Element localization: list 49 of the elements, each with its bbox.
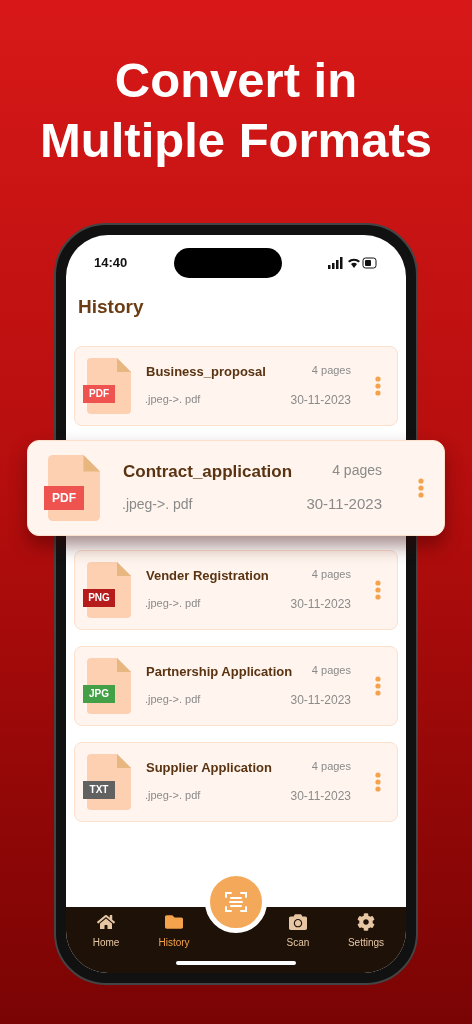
document-card[interactable]: PNG Vender Registration .jpeg->. pdf 4 pages 30-11-2023	[74, 549, 398, 630]
format-badge: PNG	[83, 588, 115, 607]
status-icons	[328, 257, 378, 269]
format-badge: PDF	[44, 485, 84, 510]
conversion-label: .jpeg->. pdf	[145, 392, 202, 408]
page-count: 4 pages	[311, 759, 351, 775]
page-count: 4 pages	[311, 663, 351, 679]
document-scan-icon	[224, 890, 248, 914]
scan-icon	[289, 913, 307, 931]
more-options-icon[interactable]	[375, 771, 381, 792]
document-card[interactable]: JPG Partnership Application .jpeg->. pdf 4 pages 30-11-2023	[74, 645, 398, 726]
page-count: 4 pages	[311, 363, 351, 379]
document-name: Business_proposal	[145, 363, 267, 382]
more-options-icon[interactable]	[375, 579, 381, 600]
nav-tab[interactable]: History	[144, 913, 204, 950]
document-card[interactable]: PDF Contract_application .jpeg->. pdf 4 pages 30-11-2023	[27, 439, 445, 536]
document-date: 30-11-2023	[290, 691, 351, 709]
document-date: 30-11-2023	[290, 595, 351, 613]
document-date: 30-11-2023	[290, 391, 351, 409]
screen-title: History	[77, 295, 145, 319]
headline: Multiple Formats	[40, 112, 432, 169]
home-icon	[97, 913, 115, 931]
status-time: 14:40	[94, 254, 128, 273]
more-options-icon[interactable]	[375, 675, 381, 696]
more-options-icon[interactable]	[375, 375, 381, 396]
document-card[interactable]: PDF Business_proposal .jpeg->. pdf 4 pages 30-11-2023	[74, 345, 398, 426]
conversion-label: .jpeg->. pdf	[122, 494, 194, 514]
document-card[interactable]: TXT Supplier Application .jpeg->. pdf 4 pages 30-11-2023	[74, 741, 398, 822]
nav-tab[interactable]: Settings	[336, 913, 396, 950]
document-name: Supplier Application	[145, 759, 273, 778]
document-name: Partnership Application	[145, 663, 294, 682]
document-name: Contract_application	[122, 461, 294, 484]
history-icon	[165, 913, 183, 931]
document-name: Vender Registration	[145, 567, 270, 586]
format-badge: TXT	[83, 780, 115, 799]
page-count: 4 pages	[311, 567, 351, 583]
conversion-label: .jpeg->. pdf	[145, 788, 202, 804]
conversion-label: .jpeg->. pdf	[145, 596, 202, 612]
format-badge: PDF	[83, 384, 115, 403]
format-badge: JPG	[83, 684, 115, 703]
settings-icon	[357, 913, 375, 931]
document-date: 30-11-2023	[306, 493, 382, 514]
conversion-label: .jpeg->. pdf	[145, 692, 202, 708]
nav-tab[interactable]: Home	[76, 913, 136, 950]
nav-tab[interactable]: Scan	[268, 913, 328, 950]
more-options-icon[interactable]	[418, 475, 424, 500]
page-count: 4 pages	[332, 460, 382, 480]
document-date: 30-11-2023	[290, 787, 351, 805]
headline: Convert in	[114, 52, 358, 109]
